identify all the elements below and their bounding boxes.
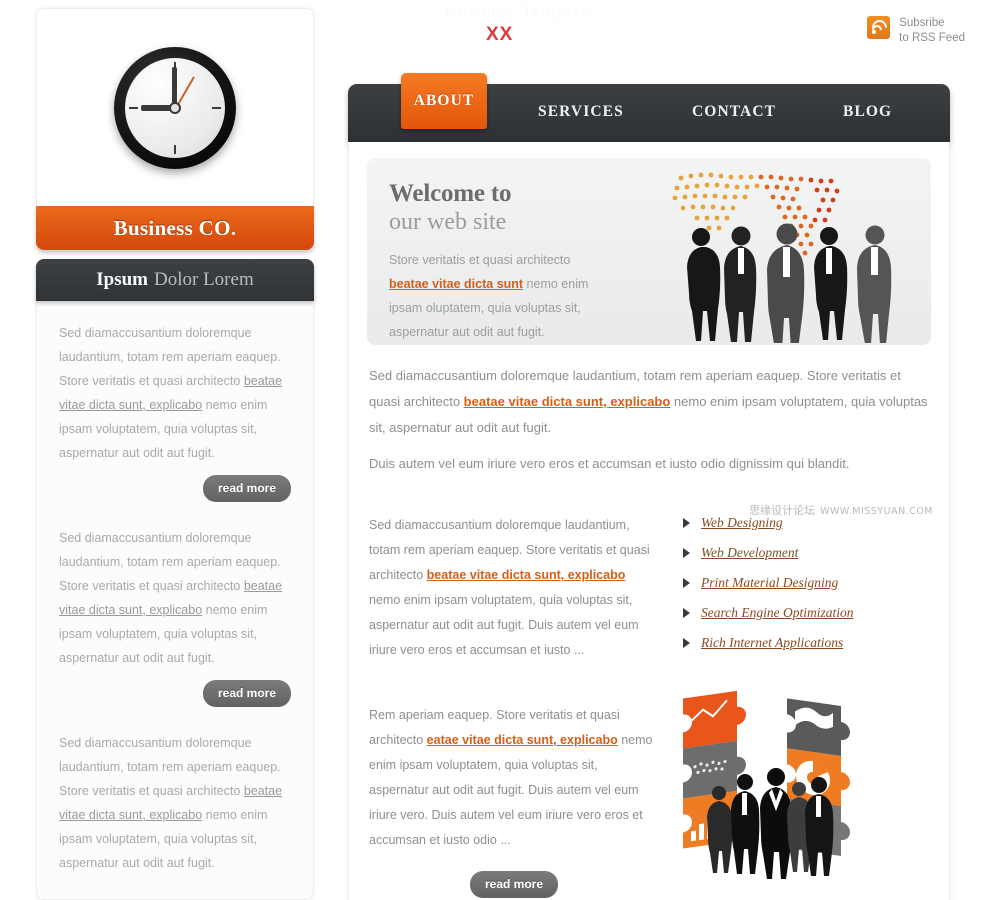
list-item[interactable]: Rich Internet Applications <box>683 635 929 651</box>
sidebar-block-text: Sed diamaccusantium doloremque laudantiu… <box>59 526 291 670</box>
puzzle-pieces-business-illustration <box>683 690 850 879</box>
rss-line-1: Subsribe <box>899 17 945 29</box>
bottom-left-column: Rem aperiam eaquep. Store veritatis et q… <box>369 703 659 900</box>
rss-label: Subsribe to RSS Feed <box>899 16 965 45</box>
service-link-print-material-designing[interactable]: Print Material Designing <box>701 575 838 591</box>
welcome-inline-link[interactable]: beatae vitae dicta sunt <box>389 277 523 291</box>
header-faded-watermark: Business Template <box>444 2 596 23</box>
sidebar-block: Sed diamaccusantium doloremque laudantiu… <box>59 731 291 875</box>
watermark-site-url: WWW.MISSYUAN.COM <box>820 506 933 517</box>
welcome-paragraph: Store veritatis et quasi architecto beat… <box>389 248 604 344</box>
arrow-right-icon <box>683 548 690 558</box>
rss-subscribe-block[interactable]: Subsribe to RSS Feed <box>867 16 965 45</box>
service-link-search-engine-optimization[interactable]: Search Engine Optimization <box>701 605 853 621</box>
intro-paragraph-1: Sed diamaccusantium doloremque laudantiu… <box>369 363 929 441</box>
logo-card <box>36 8 314 206</box>
business-people-silhouettes-icon <box>687 223 892 343</box>
brand-title: Business CO. <box>113 215 237 240</box>
middle-inline-link[interactable]: beatae vitae dicta sunt, explicabo <box>427 568 626 582</box>
page-root: Business Template XX Subsribe to RSS Fee… <box>0 0 1000 900</box>
two-column-section: Sed diamaccusantium doloremque laudantiu… <box>367 513 931 665</box>
sidebar-panel-title-strong: Ipsum <box>96 269 148 290</box>
sidebar-block: Sed diamaccusantium doloremque laudantiu… <box>59 526 291 707</box>
middle-text-after: nemo enim ipsam voluptatem, quia volupta… <box>369 593 639 657</box>
welcome-heading-line2: our web site <box>389 209 507 235</box>
sidebar-block-text: Sed diamaccusantium doloremque laudantiu… <box>59 321 291 465</box>
welcome-banner: Welcome to our web site Store veritatis … <box>367 158 931 345</box>
content-card: Welcome to our web site Store veritatis … <box>348 142 950 900</box>
nav-item-contact[interactable]: CONTACT <box>692 103 776 121</box>
read-more-button[interactable]: read more <box>202 475 291 502</box>
read-more-button[interactable]: read more <box>202 680 291 707</box>
list-item[interactable]: Web Development <box>683 545 929 561</box>
clock-icon <box>114 46 236 169</box>
intro-paragraphs: Sed diamaccusantium doloremque laudantiu… <box>367 363 931 477</box>
intro-paragraph-2: Duis autem vel eum iriure vero eros et a… <box>369 456 850 471</box>
services-list-container: Web Designing Web Development Print Mate… <box>659 513 929 665</box>
bottom-paragraph: Rem aperiam eaquep. Store veritatis et q… <box>369 703 659 853</box>
brand-title-bar: Business CO. <box>36 206 314 250</box>
bottom-right-column <box>659 690 929 900</box>
list-item[interactable]: Search Engine Optimization <box>683 605 929 621</box>
bottom-section: Rem aperiam eaquep. Store veritatis et q… <box>367 690 931 900</box>
welcome-heading-line1: Welcome to <box>389 180 512 207</box>
main-column: ABOUT SERVICES CONTACT BLOG Welcome to o… <box>348 73 950 900</box>
sidebar-panel-body: Sed diamaccusantium doloremque laudantiu… <box>36 295 314 900</box>
sidebar-panel-title-light: Dolor Lorem <box>154 269 254 290</box>
header-xx-mark: XX <box>486 24 514 45</box>
list-item[interactable]: Print Material Designing <box>683 575 929 591</box>
watermark-forum-name: 思缘设计论坛 <box>749 504 816 517</box>
main-navigation: ABOUT SERVICES CONTACT BLOG <box>348 73 950 142</box>
arrow-right-icon <box>683 638 690 648</box>
middle-left-text: Sed diamaccusantium doloremque laudantiu… <box>369 513 659 665</box>
bottom-inline-link[interactable]: eatae vitae dicta sunt, explicabo <box>427 733 618 747</box>
arrow-right-icon <box>683 518 690 528</box>
rss-line-2: to RSS Feed <box>899 31 965 44</box>
business-people-worldmap-illustration <box>661 158 931 345</box>
site-watermark: 思缘设计论坛 WWW.MISSYUAN.COM <box>749 502 933 518</box>
sidebar-panel-header: Ipsum Dolor Lorem <box>36 259 314 301</box>
nav-item-services[interactable]: SERVICES <box>538 103 624 121</box>
read-more-button[interactable]: read more <box>469 871 559 898</box>
arrow-right-icon <box>683 578 690 588</box>
nav-item-about[interactable]: ABOUT <box>401 73 487 129</box>
arrow-right-icon <box>683 608 690 618</box>
sidebar-block: Sed diamaccusantium doloremque laudantiu… <box>59 321 291 502</box>
service-link-rich-internet-applications[interactable]: Rich Internet Applications <box>701 635 843 651</box>
sidebar: Business CO. Ipsum Dolor Lorem Sed diama… <box>36 8 314 900</box>
bottom-text-after: nemo enim ipsam voluptatem, quia volupta… <box>369 733 653 847</box>
sidebar-block-text: Sed diamaccusantium doloremque laudantiu… <box>59 731 291 875</box>
nav-item-blog[interactable]: BLOG <box>843 103 892 121</box>
intro-inline-link[interactable]: beatae vitae dicta sunt, explicabo <box>464 394 671 409</box>
welcome-text-before: Store veritatis et quasi architecto <box>389 253 571 267</box>
service-link-web-development[interactable]: Web Development <box>701 545 798 561</box>
services-list: Web Designing Web Development Print Mate… <box>683 515 929 651</box>
rss-icon[interactable] <box>867 16 891 39</box>
